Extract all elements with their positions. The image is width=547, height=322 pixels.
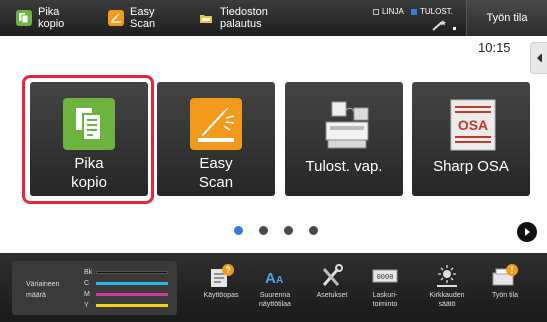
brightness-button[interactable]: Kirkkauden säätö bbox=[415, 257, 479, 317]
page-dot[interactable] bbox=[284, 226, 293, 235]
play-right-icon bbox=[525, 228, 530, 236]
shortcut-label: Tiedoston palautus bbox=[220, 6, 268, 30]
sharp-osa-icon: OSA bbox=[445, 98, 497, 151]
toner-row-cyan: C bbox=[84, 278, 168, 288]
toner-row-black: Bk bbox=[84, 267, 168, 277]
bottom-bar: Väriaineen määrä Bk C M Y ? Käyttöopas A… bbox=[0, 253, 547, 322]
shortcut-label: Easy Scan bbox=[130, 6, 156, 30]
svg-text:!: ! bbox=[511, 265, 514, 275]
line-indicator bbox=[373, 8, 379, 15]
toner-bar bbox=[96, 270, 168, 274]
scan-icon bbox=[108, 10, 124, 26]
tile-label: Tulost. vap. bbox=[305, 158, 383, 175]
shortcut-label: Pika kopio bbox=[38, 6, 65, 30]
folder-icon bbox=[198, 10, 214, 26]
enlarge-display-button[interactable]: A A Suurenna näyttötilaa bbox=[243, 257, 307, 317]
enlarge-text-icon: A A bbox=[265, 270, 283, 287]
brightness-icon bbox=[437, 265, 457, 287]
line-status-label: LINJA bbox=[382, 7, 404, 16]
tile-label: Easy Scan bbox=[198, 155, 234, 191]
tile-tulost-vap[interactable]: Tulost. vap. bbox=[285, 82, 403, 196]
tile-sharp-osa[interactable]: OSA Sharp OSA bbox=[412, 82, 530, 196]
scan-icon bbox=[190, 98, 242, 150]
toner-label: Y bbox=[84, 301, 89, 309]
print-status-label: TULOST. bbox=[420, 7, 453, 16]
chevron-left-icon bbox=[537, 54, 542, 62]
tile-label: Sharp OSA bbox=[433, 158, 509, 175]
page-dot[interactable] bbox=[309, 226, 318, 235]
toner-level-panel[interactable]: Väriaineen määrä Bk C M Y bbox=[12, 261, 177, 315]
toner-title: Väriaineen määrä bbox=[26, 281, 60, 299]
magic-wand-icon bbox=[432, 20, 446, 31]
status-dot bbox=[453, 27, 456, 30]
button-label: Työn tila bbox=[491, 292, 519, 299]
job-status-icon: ! bbox=[492, 264, 518, 286]
next-page-button[interactable] bbox=[517, 222, 537, 242]
manual-icon: ? bbox=[211, 264, 234, 287]
job-status-button[interactable]: Työn tila bbox=[466, 0, 547, 36]
print-indicator bbox=[411, 8, 417, 15]
toner-label: Bk bbox=[84, 268, 93, 276]
counter-icon: 0000 bbox=[372, 269, 398, 283]
home-screen: Pika kopio Easy Scan Tiedoston palautus … bbox=[0, 0, 547, 322]
tile-easy-scan[interactable]: Easy Scan bbox=[157, 82, 275, 196]
toner-bar bbox=[96, 292, 168, 296]
job-status-bottom-button[interactable]: ! Työn tila bbox=[473, 257, 537, 317]
copy-icon bbox=[63, 98, 115, 150]
svg-text:0000: 0000 bbox=[377, 274, 394, 282]
svg-text:A: A bbox=[265, 270, 276, 287]
line-status: LINJA bbox=[373, 7, 404, 16]
shortcut-pika-kopio[interactable]: Pika kopio bbox=[16, 4, 64, 32]
svg-text:OSA: OSA bbox=[458, 117, 488, 133]
counter-button[interactable]: 0000 Laskuri- toiminto bbox=[353, 257, 417, 317]
button-label: Laskuri- toiminto bbox=[372, 292, 398, 308]
tile-label: Pika kopio bbox=[71, 155, 107, 191]
settings-tools-icon bbox=[322, 264, 343, 286]
copy-icon bbox=[16, 10, 32, 26]
svg-text:?: ? bbox=[225, 265, 231, 275]
top-bar: Pika kopio Easy Scan Tiedoston palautus … bbox=[0, 0, 547, 36]
toner-label: M bbox=[84, 290, 90, 298]
page-dot[interactable] bbox=[234, 226, 243, 235]
printer-icon bbox=[318, 98, 370, 150]
toner-row-magenta: M bbox=[84, 289, 168, 299]
clock: 10:15 bbox=[478, 40, 511, 55]
svg-text:A: A bbox=[276, 275, 283, 286]
toner-label: C bbox=[84, 279, 90, 287]
toner-bar bbox=[96, 303, 168, 307]
page-indicator bbox=[234, 226, 318, 235]
page-dot[interactable] bbox=[259, 226, 268, 235]
print-status: TULOST. bbox=[411, 7, 453, 16]
side-panel-toggle[interactable] bbox=[530, 42, 547, 74]
shortcut-easy-scan[interactable]: Easy Scan bbox=[108, 4, 155, 32]
toner-row-yellow: Y bbox=[84, 300, 168, 310]
shortcut-tiedoston-palautus[interactable]: Tiedoston palautus bbox=[198, 4, 268, 32]
toner-bar bbox=[96, 281, 168, 285]
button-label: Kirkkauden säätö bbox=[429, 292, 465, 308]
tile-pika-kopio[interactable]: Pika kopio bbox=[30, 82, 148, 196]
button-label: Suurenna näyttötilaa bbox=[259, 292, 291, 308]
